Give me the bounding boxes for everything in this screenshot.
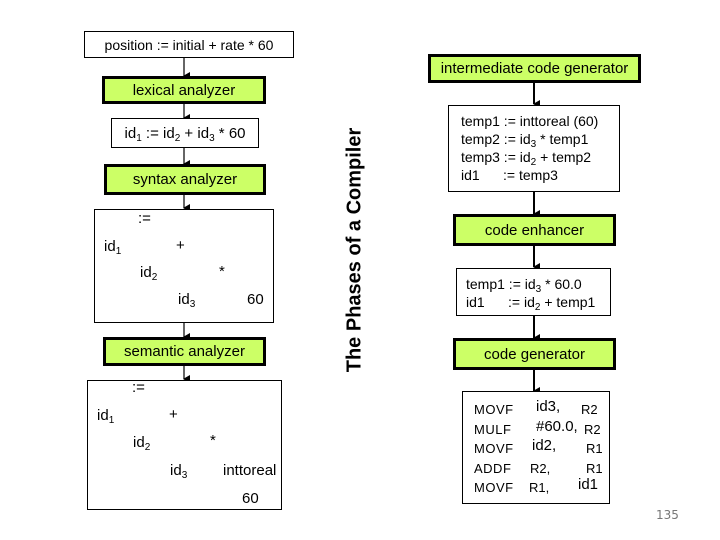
token-stream-box: id1 := id2 + id3 * 60	[111, 118, 259, 148]
syntax-analyzer-box: syntax analyzer	[104, 164, 266, 195]
semantic-node-inttoreal: inttoreal	[223, 462, 277, 479]
source-statement-box: position := initial + rate * 60	[84, 31, 294, 58]
semantic-node-60: 60	[242, 490, 259, 507]
semantic-node-plus: +	[169, 406, 178, 423]
asm-row: MOVF id2, R1	[474, 437, 603, 456]
page-number: 135	[656, 508, 679, 522]
syntax-node-star: *	[219, 263, 225, 280]
syntax-node-id2: id2	[140, 264, 158, 283]
code-line: id1 := temp3	[461, 167, 558, 183]
lexical-analyzer-box: lexical analyzer	[102, 76, 266, 104]
intermediate-code-generator-label: intermediate code generator	[440, 60, 629, 77]
semantic-node-assign: :=	[132, 379, 145, 396]
syntax-node-plus: +	[176, 237, 185, 254]
syntax-node-id1: id1	[104, 238, 122, 257]
code-line: id1 := id2 + temp1	[466, 294, 596, 313]
code-line: temp1 := id3 * 60.0	[466, 276, 582, 295]
intermediate-code-generator-box: intermediate code generator	[428, 54, 641, 83]
code-generator-label: code generator	[484, 345, 585, 363]
semantic-analyzer-box: semantic analyzer	[103, 337, 266, 366]
code-enhancer-box: code enhancer	[453, 214, 616, 246]
code-enhancer-label: code enhancer	[484, 221, 585, 239]
token-stream: id1 := id2 + id3 * 60	[124, 124, 246, 144]
semantic-node-id1: id1	[97, 407, 115, 426]
code-line: temp3 := id2 + temp2	[461, 149, 592, 168]
intermediate-code-box: temp1 := inttoreal (60) temp2 := id3 * t…	[448, 105, 620, 192]
syntax-node-60: 60	[247, 291, 264, 308]
optimized-code-box: temp1 := id3 * 60.0 id1 := id2 + temp1	[456, 268, 611, 316]
semantic-node-id3: id3	[170, 462, 188, 481]
lexical-analyzer-label: lexical analyzer	[132, 81, 236, 99]
syntax-analyzer-label: syntax analyzer	[132, 171, 238, 188]
target-code: MOVF id3, R2 MULF #60.0, R2 MOVF id2, R1…	[474, 398, 604, 500]
code-line: temp2 := id3 * temp1	[461, 131, 589, 150]
source-statement: position := initial + rate * 60	[104, 36, 274, 53]
syntax-node-assign: :=	[138, 210, 151, 227]
semantic-analyzer-label: semantic analyzer	[124, 343, 245, 360]
semantic-node-id2: id2	[133, 434, 151, 453]
syntax-node-id3: id3	[178, 291, 196, 310]
code-line: temp1 := inttoreal (60)	[461, 113, 599, 129]
asm-row: MOVF R1, id1	[474, 476, 599, 495]
diagram-title: The Phases of a Compiler	[343, 127, 366, 373]
semantic-node-star: *	[210, 432, 216, 449]
code-generator-box: code generator	[453, 338, 616, 370]
